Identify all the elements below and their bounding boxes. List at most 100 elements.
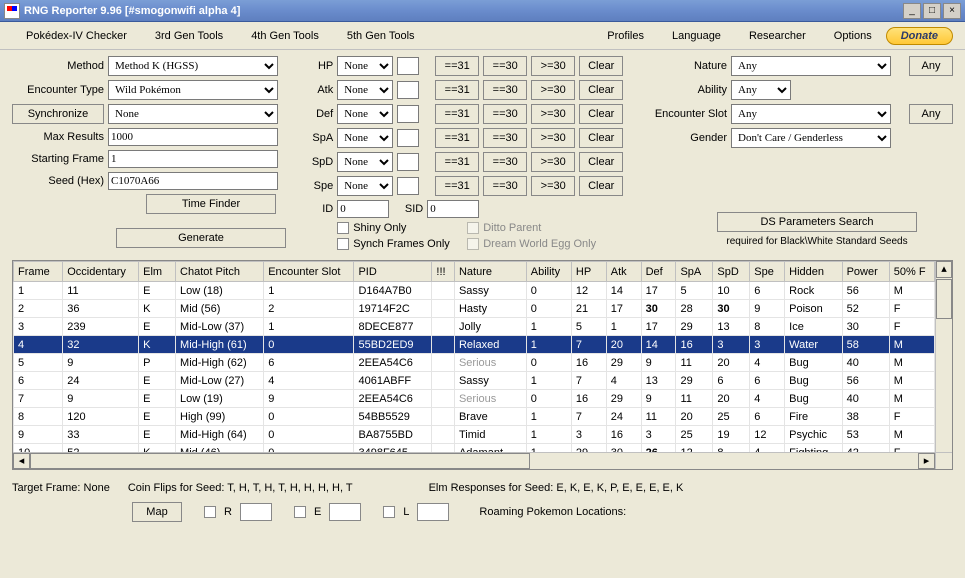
atk-ge30-button[interactable]: >=30 [531,80,575,100]
spe-eq31-button[interactable]: ==31 [435,176,479,196]
scroll-thumb[interactable] [936,279,952,319]
col-header[interactable]: Spe [750,262,785,282]
time-finder-button[interactable]: Time Finder [146,194,276,214]
menu-profiles[interactable]: Profiles [593,26,658,46]
hp-eq30-button[interactable]: ==30 [483,56,527,76]
enc-slot-any-button[interactable]: Any [909,104,953,124]
spa-value-input[interactable] [397,129,419,147]
menu-gen5[interactable]: 5th Gen Tools [333,26,429,46]
menu-gen3[interactable]: 3rd Gen Tools [141,26,237,46]
col-header[interactable]: Def [641,262,676,282]
maximize-button[interactable]: □ [923,3,941,19]
spd-operator-select[interactable]: None [337,152,393,172]
l-select[interactable] [417,503,449,521]
table-row[interactable]: 1052KMid (46)03498F645Adamant12930261284… [14,444,935,453]
spa-operator-select[interactable]: None [337,128,393,148]
r-select[interactable] [240,503,272,521]
r-checkbox[interactable] [204,506,216,518]
spe-value-input[interactable] [397,177,419,195]
spd-eq31-button[interactable]: ==31 [435,152,479,172]
gender-select[interactable]: Don't Care / Genderless [731,128,891,148]
spd-eq30-button[interactable]: ==30 [483,152,527,172]
donate-button[interactable]: Donate [886,27,953,45]
spd-ge30-button[interactable]: >=30 [531,152,575,172]
spd-clear-button[interactable]: Clear [579,152,623,172]
col-header[interactable]: Power [842,262,889,282]
sid-input[interactable] [427,200,479,218]
spe-eq30-button[interactable]: ==30 [483,176,527,196]
menu-language[interactable]: Language [658,26,735,46]
atk-eq31-button[interactable]: ==31 [435,80,479,100]
synchronize-button[interactable]: Synchronize [12,104,104,124]
table-row[interactable]: 111ELow (18)1D164A7B0Sassy01214175106Roc… [14,282,935,300]
ability-select[interactable]: Any [731,80,791,100]
col-header[interactable]: Hidden [785,262,842,282]
spe-operator-select[interactable]: None [337,176,393,196]
atk-clear-button[interactable]: Clear [579,80,623,100]
e-select[interactable] [329,503,361,521]
table-row[interactable]: 79ELow (19)92EEA54C6Serious01629911204Bu… [14,390,935,408]
synch-frames-checkbox[interactable] [337,238,349,250]
encounter-type-select[interactable]: Wild Pokémon [108,80,278,100]
col-header[interactable]: SpA [676,262,713,282]
menu-researcher[interactable]: Researcher [735,26,820,46]
menu-options[interactable]: Options [820,26,886,46]
spd-value-input[interactable] [397,153,419,171]
atk-eq30-button[interactable]: ==30 [483,80,527,100]
def-value-input[interactable] [397,105,419,123]
def-eq30-button[interactable]: ==30 [483,104,527,124]
col-header[interactable]: !!! [432,262,455,282]
map-button[interactable]: Map [132,502,182,522]
col-header[interactable]: Occidentary [63,262,139,282]
menu-pokedex[interactable]: Pokédex-IV Checker [12,26,141,46]
dream-world-checkbox[interactable] [467,238,479,250]
table-row[interactable]: 236KMid (56)219714F2CHasty021173028309Po… [14,300,935,318]
col-header[interactable]: Encounter Slot [264,262,354,282]
col-header[interactable]: Frame [14,262,63,282]
enc-slot-select[interactable]: Any [731,104,891,124]
horizontal-scrollbar[interactable]: ◂ ▸ [13,452,935,469]
spa-eq30-button[interactable]: ==30 [483,128,527,148]
atk-operator-select[interactable]: None [337,80,393,100]
col-header[interactable]: 50% F [889,262,934,282]
col-header[interactable]: Nature [454,262,526,282]
results-table[interactable]: FrameOccidentaryElmChatot PitchEncounter… [13,261,935,452]
close-button[interactable]: × [943,3,961,19]
hp-ge30-button[interactable]: >=30 [531,56,575,76]
nature-select[interactable]: Any [731,56,891,76]
spe-ge30-button[interactable]: >=30 [531,176,575,196]
starting-frame-input[interactable] [108,150,278,168]
scroll-up-icon[interactable]: ▴ [936,261,952,278]
col-header[interactable]: Elm [139,262,176,282]
col-header[interactable]: Chatot Pitch [176,262,264,282]
method-select[interactable]: Method K (HGSS) [108,56,278,76]
spe-clear-button[interactable]: Clear [579,176,623,196]
atk-value-input[interactable] [397,81,419,99]
spa-clear-button[interactable]: Clear [579,128,623,148]
seed-input[interactable] [108,172,278,190]
col-header[interactable]: Ability [526,262,571,282]
hp-eq31-button[interactable]: ==31 [435,56,479,76]
def-ge30-button[interactable]: >=30 [531,104,575,124]
l-checkbox[interactable] [383,506,395,518]
menu-gen4[interactable]: 4th Gen Tools [237,26,333,46]
table-row[interactable]: 59PMid-High (62)62EEA54C6Serious01629911… [14,354,935,372]
ds-parameters-button[interactable]: DS Parameters Search [717,212,917,232]
max-results-input[interactable] [108,128,278,146]
id-input[interactable] [337,200,389,218]
synchronize-select[interactable]: None [108,104,278,124]
def-operator-select[interactable]: None [337,104,393,124]
table-row[interactable]: 3239EMid-Low (37)18DECE877Jolly151172913… [14,318,935,336]
hp-value-input[interactable] [397,57,419,75]
table-row[interactable]: 933EMid-High (64)0BA8755BDTimid131632519… [14,426,935,444]
col-header[interactable]: PID [354,262,432,282]
nature-any-button[interactable]: Any [909,56,953,76]
table-row[interactable]: 432KMid-High (61)055BD2ED9Relaxed1720141… [14,336,935,354]
hp-operator-select[interactable]: None [337,56,393,76]
shiny-only-checkbox[interactable] [337,222,349,234]
e-checkbox[interactable] [294,506,306,518]
vertical-scrollbar[interactable]: ▴ [935,261,952,452]
hscroll-thumb[interactable] [30,453,530,469]
hp-clear-button[interactable]: Clear [579,56,623,76]
scroll-left-icon[interactable]: ◂ [13,453,30,469]
